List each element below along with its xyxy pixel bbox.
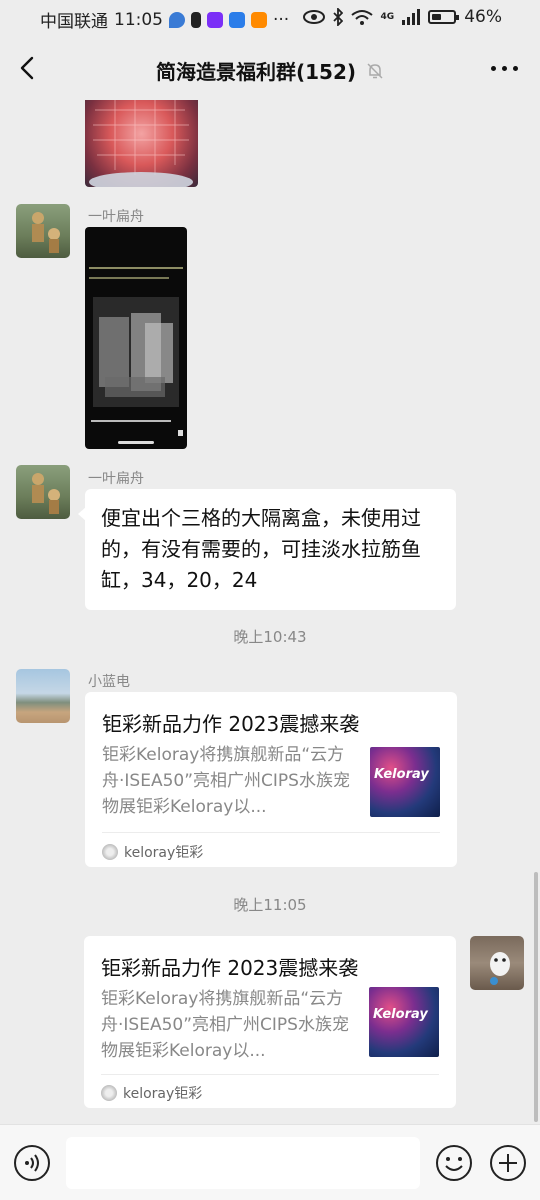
avatar[interactable] xyxy=(16,465,70,519)
card-description: 钜彩Keloray将携旗舰新品“云方舟·ISEA50”亮相广州CIPS水族宠物展… xyxy=(101,989,349,1061)
video-thumbnail xyxy=(89,267,183,444)
alert-icon xyxy=(191,11,201,28)
muted-bell-icon xyxy=(367,62,383,79)
signal-icon xyxy=(402,9,421,25)
my-avatar[interactable] xyxy=(470,936,524,990)
scrollbar[interactable] xyxy=(534,872,538,1122)
avatar[interactable] xyxy=(16,204,70,258)
thumbnail-brand-text: Keloray xyxy=(374,767,429,782)
image-message[interactable] xyxy=(85,100,198,187)
status-left: 中国联通 11:05 ··· xyxy=(40,7,290,33)
message-input[interactable] xyxy=(66,1137,420,1189)
text-message[interactable]: 便宜出个三格的大隔离盒，未使用过的，有没有需要的，可挂淡水拉筋鱼缸，34，20，… xyxy=(78,489,456,610)
voice-icon xyxy=(25,1154,39,1172)
input-bar xyxy=(0,1124,540,1200)
battery-level xyxy=(432,14,442,20)
header: 简海造景福利群(152) xyxy=(0,56,540,85)
carrier-label: 中国联通 xyxy=(40,12,108,32)
battery-icon xyxy=(428,10,460,24)
source-name: keloray钜彩 xyxy=(124,845,204,861)
source-logo-icon xyxy=(102,844,118,860)
link-card[interactable]: 钜彩新品力作 2023震撼来袭 钜彩Keloray将携旗舰新品“云方舟·ISEA… xyxy=(84,936,456,1108)
bluetooth-icon xyxy=(332,8,343,26)
voice-button[interactable] xyxy=(14,1145,50,1181)
card-title: 钜彩新品力作 2023震撼来袭 xyxy=(102,712,360,736)
video-message[interactable] xyxy=(85,227,187,449)
clock: 11:05 xyxy=(114,9,163,30)
card-divider xyxy=(102,832,440,833)
link-card[interactable]: 钜彩新品力作 2023震撼来袭 钜彩Keloray将携旗舰新品“云方舟·ISEA… xyxy=(85,692,457,867)
sphere-lamp-image xyxy=(89,100,193,187)
network-type-label: 4G xyxy=(380,11,395,22)
source-name: keloray钜彩 xyxy=(123,1086,203,1102)
card-divider xyxy=(101,1074,439,1075)
timestamp: 晚上10:43 xyxy=(233,628,307,646)
more-notifications-icon: ··· xyxy=(273,9,290,30)
card-thumbnail: Keloray xyxy=(369,987,439,1057)
thumbnail-brand-text: Keloray xyxy=(373,1007,428,1022)
status-right: 4G 46% xyxy=(302,7,502,27)
card-thumbnail: Keloray xyxy=(370,747,440,817)
video-app-icon xyxy=(207,11,223,28)
wifi-icon xyxy=(350,10,373,25)
group-title[interactable]: 简海造景福利群(152) xyxy=(156,56,356,85)
emoji-button[interactable] xyxy=(435,1144,473,1182)
shield-icon xyxy=(169,11,185,28)
more-options-button[interactable] xyxy=(491,66,518,71)
status-bar: 中国联通 11:05 ··· 4G 46% xyxy=(0,0,540,36)
chat-header: 简海造景福利群(152) xyxy=(0,36,540,100)
cloud-app-icon xyxy=(229,11,245,28)
card-title: 钜彩新品力作 2023震撼来袭 xyxy=(101,956,359,980)
card-description: 钜彩Keloray将携旗舰新品“云方舟·ISEA50”亮相广州CIPS水族宠物展… xyxy=(102,745,350,817)
eye-icon xyxy=(302,10,325,24)
sender-name: 一叶扁舟 xyxy=(88,209,144,225)
source-logo-icon xyxy=(101,1085,117,1101)
battery-percent: 46% xyxy=(464,7,502,27)
avatar[interactable] xyxy=(16,669,70,723)
card-source: keloray钜彩 xyxy=(102,842,203,862)
card-source: keloray钜彩 xyxy=(101,1083,202,1103)
timestamp: 晚上11:05 xyxy=(233,896,307,914)
sender-name: 一叶扁舟 xyxy=(88,471,144,487)
message-list[interactable]: 一叶扁舟 一叶扁舟 便宜出个三格的大隔离盒，未使用过的，有没有需要的，可挂淡水拉… xyxy=(0,100,540,1124)
more-functions-button[interactable] xyxy=(489,1144,527,1182)
sender-name: 小蓝电 xyxy=(88,674,130,690)
play-app-icon xyxy=(251,11,267,28)
